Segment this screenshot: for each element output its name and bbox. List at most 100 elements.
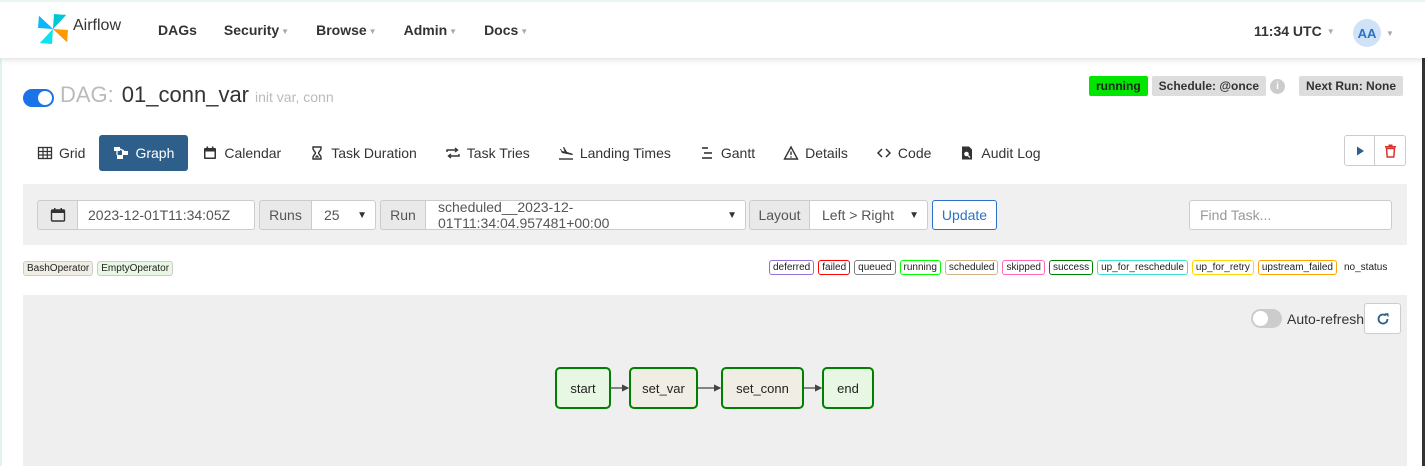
- state-legend-upstream-failed[interactable]: upstream_failed: [1257, 260, 1337, 275]
- trash-icon: [1384, 144, 1396, 158]
- state-legend-up-for-retry[interactable]: up_for_retry: [1191, 260, 1254, 275]
- runs-label: Runs: [259, 200, 312, 230]
- main-nav: DAGs Security ▼ Browse ▼ Admin ▼ Docs ▼: [158, 22, 555, 38]
- state-legend-failed[interactable]: failed: [818, 260, 851, 275]
- nav-admin-label: Admin: [403, 22, 448, 38]
- task-node-set-var[interactable]: set_var: [629, 367, 698, 409]
- tab-audit-log[interactable]: Audit Log: [945, 135, 1054, 171]
- dag-actions: [1344, 135, 1406, 166]
- next-run-badge: Next Run: None: [1299, 76, 1404, 96]
- brand-name: Airflow: [73, 17, 122, 34]
- chevron-down-icon: ▼: [909, 209, 919, 221]
- run-select[interactable]: scheduled__2023-12-01T11:34:04.957481+00…: [426, 199, 746, 231]
- play-icon: [1356, 146, 1364, 155]
- tab-landing-times-label: Landing Times: [579, 145, 671, 161]
- dag-prefix: DAG:: [60, 82, 114, 107]
- audit-log-icon: [959, 145, 975, 161]
- graph-icon: [113, 145, 129, 161]
- state-legend-scheduled[interactable]: scheduled: [944, 260, 999, 275]
- tab-task-duration[interactable]: Task Duration: [295, 135, 431, 171]
- dag-pause-toggle[interactable]: [23, 88, 54, 107]
- dag-view-tabs: Grid Graph Calendar Task Duration Task T…: [23, 135, 1055, 171]
- calendar-picker-button[interactable]: [37, 200, 78, 230]
- gantt-icon: [699, 145, 715, 161]
- tab-task-tries-label: Task Tries: [466, 145, 530, 161]
- repeat-icon: [445, 145, 461, 161]
- task-node-end[interactable]: end: [822, 367, 874, 409]
- find-task-input[interactable]: Find Task...: [1189, 200, 1392, 230]
- nav-security-label: Security: [223, 22, 280, 38]
- nav-browse[interactable]: Browse ▼: [316, 22, 377, 38]
- nav-browse-label: Browse: [316, 22, 367, 38]
- task-node-label: set_conn: [736, 380, 789, 396]
- state-legend-deferred[interactable]: deferred: [769, 260, 815, 275]
- nav-security[interactable]: Security ▼: [224, 22, 289, 38]
- status-badge: running: [1089, 76, 1148, 96]
- tab-graph[interactable]: Graph: [99, 135, 189, 171]
- caret-down-icon: ▼: [449, 26, 458, 36]
- calendar-icon: [202, 145, 218, 161]
- operator-legend-bash: BashOperator: [23, 261, 94, 276]
- run-select-value: scheduled__2023-12-01T11:34:04.957481+00…: [438, 199, 610, 231]
- schedule-badge: Schedule: @once: [1151, 76, 1267, 96]
- tab-code-label: Code: [897, 145, 932, 161]
- state-legend-skipped[interactable]: skipped: [1002, 260, 1045, 275]
- tab-gantt-label: Gantt: [720, 145, 756, 161]
- user-menu[interactable]: AA ▼: [1353, 19, 1394, 47]
- tab-details[interactable]: Details: [769, 135, 862, 171]
- trigger-dag-button[interactable]: [1344, 135, 1375, 166]
- task-node-label: start: [570, 380, 596, 396]
- caret-down-icon: ▼: [368, 26, 377, 36]
- nav-dags-label: DAGs: [158, 22, 197, 38]
- brand[interactable]: Airflow: [36, 12, 121, 46]
- task-node-start[interactable]: start: [555, 367, 611, 409]
- run-label: Run: [380, 200, 426, 230]
- state-legend-up-for-reschedule[interactable]: up_for_reschedule: [1097, 260, 1188, 275]
- tab-grid[interactable]: Grid: [23, 135, 99, 171]
- nav-docs-label: Docs: [484, 22, 519, 38]
- state-legend-success[interactable]: success: [1048, 260, 1094, 275]
- caret-down-icon: ▼: [281, 26, 290, 36]
- update-button[interactable]: Update: [932, 200, 997, 230]
- tab-code[interactable]: Code: [862, 135, 945, 171]
- delete-dag-button[interactable]: [1375, 135, 1406, 166]
- operator-legend-empty: EmptyOperator: [97, 261, 174, 276]
- run-group: Run scheduled__2023-12-01T11:34:04.95748…: [380, 199, 746, 231]
- tab-details-label: Details: [805, 145, 848, 161]
- caret-down-icon: ▼: [1386, 28, 1394, 38]
- tab-gantt[interactable]: Gantt: [685, 135, 769, 171]
- task-node-set-conn[interactable]: set_conn: [721, 367, 804, 409]
- graph-edges: [611, 384, 823, 392]
- timezone-clock[interactable]: 11:34 UTC ▼: [1254, 23, 1335, 39]
- tab-graph-label: Graph: [135, 145, 175, 161]
- tab-task-duration-label: Task Duration: [331, 145, 417, 161]
- state-legend-running[interactable]: running: [899, 260, 941, 275]
- caret-down-icon: ▼: [520, 26, 529, 36]
- tab-calendar[interactable]: Calendar: [188, 135, 295, 171]
- execution-date-input[interactable]: 2023-12-01T11:34:05Z: [78, 200, 255, 230]
- tab-grid-label: Grid: [59, 145, 86, 161]
- state-legend-queued[interactable]: queued: [854, 260, 896, 275]
- dag-tags[interactable]: init var, conn: [255, 89, 334, 105]
- tab-calendar-label: Calendar: [224, 145, 282, 161]
- code-icon: [876, 145, 892, 161]
- airflow-logo-icon: [38, 14, 68, 44]
- nav-dags[interactable]: DAGs: [158, 22, 197, 38]
- window-edge-left: [0, 0, 2, 466]
- nav-admin[interactable]: Admin ▼: [404, 22, 457, 38]
- hourglass-icon: [309, 145, 325, 161]
- state-legend-no-status[interactable]: no_status: [1344, 262, 1387, 273]
- tab-landing-times[interactable]: Landing Times: [544, 135, 685, 171]
- operator-legend: BashOperator EmptyOperator: [23, 261, 177, 276]
- layout-select[interactable]: Left > Right ▼: [810, 200, 928, 230]
- top-navbar: Airflow DAGs Security ▼ Browse ▼ Admin ▼ Do…: [0, 0, 1425, 58]
- runs-select[interactable]: 25 ▼: [312, 200, 376, 230]
- dag-name: 01_conn_var: [121, 82, 250, 107]
- graph-canvas[interactable]: Auto-refresh start set_var set_conn end: [23, 295, 1407, 466]
- dag-status-badges: running Schedule: @once i Next Run: None: [1089, 76, 1404, 96]
- info-icon[interactable]: i: [1270, 78, 1286, 94]
- nav-docs[interactable]: Docs ▼: [484, 22, 528, 38]
- landing-icon: [558, 145, 574, 161]
- warning-triangle-icon: [783, 145, 799, 161]
- tab-task-tries[interactable]: Task Tries: [431, 135, 544, 171]
